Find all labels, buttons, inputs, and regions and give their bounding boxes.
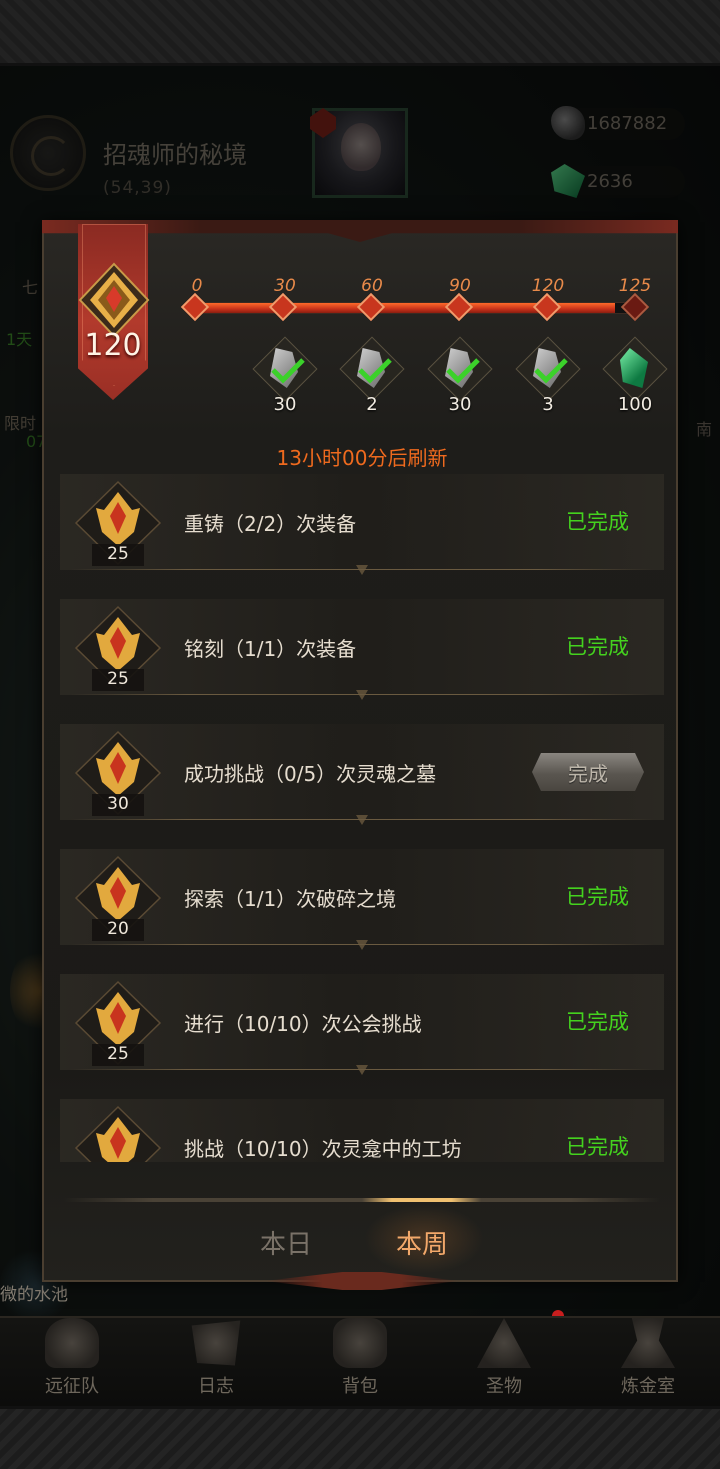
activity-progress-bar [180, 292, 650, 322]
reward-qty: 30 [273, 394, 297, 415]
reward-chest-4[interactable]: 3 [515, 336, 581, 422]
row-divider-notch [356, 1065, 368, 1075]
weekly-activity-panel: 120 0 30 60 90 120 125 30 2 30 3 100 13小… [42, 220, 680, 1290]
nav-label: 背包 [342, 1376, 378, 1397]
task-row: 30 成功挑战（0/5）次灵魂之墓 完成 [60, 724, 664, 825]
task-status-completed: 已完成 [566, 1135, 629, 1159]
task-list[interactable]: 25 重铸（2/2）次装备 已完成 25 铭刻（1/1）次装备 已完成 30 成 [60, 474, 664, 1162]
task-row: 挑战（10/10）次灵龛中的工坊 已完成 [60, 1099, 664, 1162]
reward-qty: 30 [448, 394, 472, 415]
scroll-icon [191, 1320, 241, 1366]
task-description: 挑战（10/10）次灵龛中的工坊 [184, 1137, 462, 1161]
nav-expedition[interactable]: 远征队 [0, 1318, 144, 1406]
task-row: 25 重铸（2/2）次装备 已完成 [60, 474, 664, 575]
activity-level: 120 [84, 328, 142, 363]
nav-backpack[interactable]: 背包 [288, 1318, 432, 1406]
task-status-completed: 已完成 [566, 635, 629, 659]
nav-label: 日志 [198, 1376, 234, 1397]
reward-qty: 3 [542, 394, 554, 415]
reward-chest-1[interactable]: 30 [252, 336, 318, 422]
reward-chest-2[interactable]: 2 [339, 336, 405, 422]
task-row: 25 进行（10/10）次公会挑战 已完成 [60, 974, 664, 1075]
checkmark-icon [534, 358, 568, 384]
bottom-frame [0, 1406, 720, 1469]
task-row: 20 探索（1/1）次破碎之境 已完成 [60, 849, 664, 950]
task-points: 25 [92, 669, 144, 691]
reward-chest-5[interactable]: 100 [602, 336, 668, 422]
checkmark-icon [271, 358, 305, 384]
refresh-countdown: 13小时00分后刷新 [276, 446, 448, 470]
row-divider-notch [356, 940, 368, 950]
alchemy-icon [621, 1318, 675, 1368]
checkmark-icon [358, 358, 392, 384]
nav-label: 圣物 [486, 1376, 522, 1397]
helmet-icon [45, 1318, 99, 1368]
task-description: 进行（10/10）次公会挑战 [184, 1012, 422, 1036]
nav-label: 远征队 [45, 1376, 99, 1397]
bag-icon [333, 1318, 387, 1368]
bottom-nav: 远征队 日志 背包 圣物 炼金室 [0, 1316, 720, 1406]
task-points: 20 [92, 919, 144, 941]
tabs-divider [64, 1198, 660, 1202]
task-emblem-icon [74, 1105, 162, 1162]
row-divider-notch [356, 815, 368, 825]
task-points: 30 [92, 794, 144, 816]
task-status-completed: 已完成 [566, 885, 629, 909]
reward-qty: 100 [617, 394, 653, 415]
task-description: 重铸（2/2）次装备 [184, 512, 357, 536]
activity-emblem-icon [78, 262, 150, 338]
milestone-label: 30 [274, 276, 296, 296]
tab-daily[interactable]: 本日 [260, 1224, 312, 1261]
task-description: 成功挑战（0/5）次灵魂之墓 [184, 762, 437, 786]
checkmark-icon [446, 358, 480, 384]
reward-chest-3[interactable]: 30 [427, 336, 493, 422]
task-description: 探索（1/1）次破碎之境 [184, 887, 397, 911]
nav-alchemy[interactable]: 炼金室 [576, 1318, 720, 1406]
row-divider-notch [356, 690, 368, 700]
row-divider-notch [356, 565, 368, 575]
nav-relics[interactable]: 圣物 [432, 1318, 576, 1406]
task-description: 铭刻（1/1）次装备 [184, 637, 357, 661]
nav-label: 炼金室 [621, 1376, 675, 1397]
background-location-label: 微的水池 [0, 1285, 68, 1305]
top-frame [0, 0, 720, 66]
nav-journal[interactable]: 日志 [144, 1318, 288, 1406]
task-status-completed: 已完成 [566, 510, 629, 534]
relic-icon [477, 1318, 531, 1368]
task-status-completed: 已完成 [566, 1010, 629, 1034]
complete-task-button[interactable]: 完成 [532, 753, 644, 791]
reward-qty: 2 [366, 394, 378, 415]
task-row: 25 铭刻（1/1）次装备 已完成 [60, 599, 664, 700]
milestone-labels: 0 30 60 90 120 125 [44, 276, 680, 300]
tab-weekly[interactable]: 本周 [396, 1224, 448, 1261]
task-points: 25 [92, 1044, 144, 1066]
task-points: 25 [92, 544, 144, 566]
